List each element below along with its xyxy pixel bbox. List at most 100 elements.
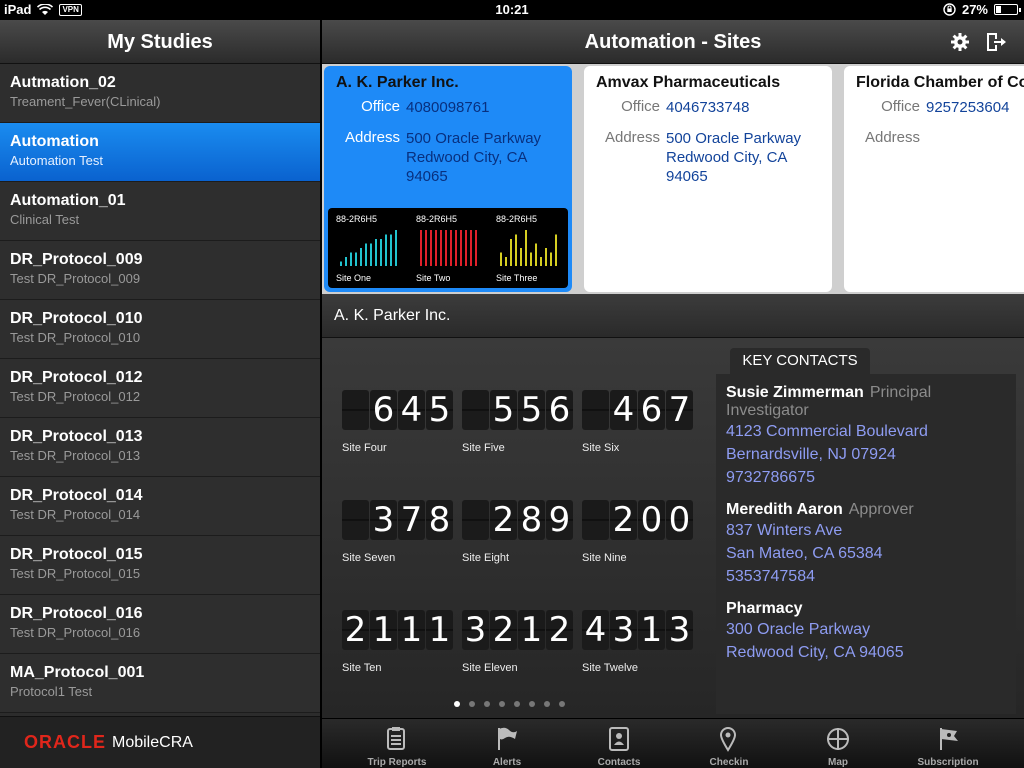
tab-contacts[interactable]: Contacts <box>564 719 674 768</box>
page-dot[interactable] <box>514 701 520 707</box>
address[interactable]: 500 Oracle Parkway Redwood City, CA 9406… <box>406 129 541 186</box>
mini-bar <box>355 252 357 266</box>
site-counter[interactable]: 2 1 1 1 Site Ten <box>342 610 454 674</box>
page-dot[interactable] <box>544 701 550 707</box>
study-item[interactable]: DR_Protocol_009 Test DR_Protocol_009 <box>0 241 320 300</box>
tab-checkin[interactable]: Checkin <box>674 719 784 768</box>
contact-name: Meredith Aaron <box>726 501 843 518</box>
site-counter[interactable]: 3 2 1 2 Site Eleven <box>462 610 574 674</box>
contact-name-row: Pharmacy <box>726 600 1006 618</box>
counter-digit <box>582 390 609 430</box>
site-card[interactable]: Amvax Pharmaceuticals Office 4046733748 A… <box>584 66 832 292</box>
mini-bar <box>370 243 372 266</box>
gear-icon[interactable] <box>948 30 972 54</box>
study-title: DR_Protocol_016 <box>10 605 143 622</box>
study-item[interactable]: Automation_01 Clinical Test <box>0 182 320 241</box>
office-phone[interactable]: 4046733748 <box>666 98 749 117</box>
study-subtitle: Test DR_Protocol_010 <box>10 330 141 345</box>
study-item[interactable]: DR_Protocol_010 Test DR_Protocol_010 <box>0 300 320 359</box>
site-counter[interactable]: 5 5 6 Site Five <box>462 390 574 454</box>
page-dot[interactable] <box>559 701 565 707</box>
logout-icon[interactable] <box>984 30 1008 54</box>
tab-map[interactable]: Map <box>783 719 893 768</box>
address[interactable]: 500 Oracle Parkway Redwood City, CA 9406… <box>666 129 801 186</box>
oracle-logo: ORACLE <box>24 732 106 752</box>
contact-detail[interactable]: 300 Oracle Parkway <box>726 618 1006 641</box>
tab-trip-reports[interactable]: Trip Reports <box>342 719 452 768</box>
page-dot[interactable] <box>499 701 505 707</box>
site-counter[interactable]: 4 3 1 3 Site Twelve <box>582 610 694 674</box>
site-counter[interactable]: 6 4 5 Site Four <box>342 390 454 454</box>
mini-bar <box>530 252 532 266</box>
site-card[interactable]: Florida Chamber of Com Office9257253604 … <box>844 66 1024 292</box>
counter-digits: 378 <box>342 500 454 540</box>
study-subtitle: Test DR_Protocol_014 <box>10 507 141 522</box>
mini-bar <box>520 248 522 266</box>
study-title: DR_Protocol_010 <box>10 310 143 327</box>
contact-detail[interactable]: 4123 Commercial Boulevard <box>726 420 1006 443</box>
site-counter[interactable]: 3 7 8 Site Seven <box>342 500 454 564</box>
contact-entry[interactable]: Pharmacy 300 Oracle Parkway Redwood City, … <box>726 600 1006 664</box>
mini-bar <box>445 230 447 266</box>
study-item[interactable]: MA_Protocol_001 Protocol1 Test <box>0 654 320 713</box>
counter-digit: 6 <box>546 390 573 430</box>
study-title: DR_Protocol_015 <box>10 546 143 563</box>
mini-bar <box>395 230 397 266</box>
study-item[interactable]: DR_Protocol_012 Test DR_Protocol_012 <box>0 359 320 418</box>
mini-bar <box>375 239 377 266</box>
study-item[interactable]: DR_Protocol_013 Test DR_Protocol_013 <box>0 418 320 477</box>
study-item[interactable]: DR_Protocol_016 Test DR_Protocol_016 <box>0 595 320 654</box>
study-item[interactable]: DR_Protocol_015 Test DR_Protocol_015 <box>0 536 320 595</box>
office-phone[interactable]: 4080098761 <box>406 98 489 117</box>
counter-digit <box>462 500 489 540</box>
contact-detail[interactable]: San Mateo, CA 65384 <box>726 542 1006 565</box>
contact-detail[interactable]: Bernardsville, NJ 07924 <box>726 443 1006 466</box>
address-book-icon <box>609 727 629 751</box>
study-item[interactable]: DR_Protocol_014 Test DR_Protocol_014 <box>0 477 320 536</box>
mini-bar <box>540 257 542 266</box>
contact-name-row: Meredith Aaron Approver <box>726 501 1006 519</box>
counter-digit: 5 <box>426 390 453 430</box>
study-subtitle: Test DR_Protocol_015 <box>10 566 141 581</box>
page-dot[interactable] <box>469 701 475 707</box>
key-contacts-tab[interactable]: KEY CONTACTS <box>730 348 870 374</box>
counter-label: Site Six <box>582 442 620 454</box>
counter-digit: 3 <box>462 610 489 650</box>
mini-bar <box>505 257 507 266</box>
page-dot[interactable] <box>529 701 535 707</box>
contact-detail[interactable]: 5353747584 <box>726 565 1006 588</box>
counter-digit: 1 <box>370 610 397 650</box>
contact-entry[interactable]: Susie Zimmerman Principal Investigator 412… <box>726 384 1006 489</box>
study-subtitle: Clinical Test <box>10 212 80 227</box>
contact-detail[interactable]: 837 Winters Ave <box>726 519 1006 542</box>
detail-pane: Automation - Sites A. K. Parker Inc. Off… <box>322 20 1024 768</box>
contact-detail[interactable]: Redwood City, CA 94065 <box>726 641 1006 664</box>
page-dot[interactable] <box>484 701 490 707</box>
study-item[interactable]: Automation Automation Test <box>0 123 320 182</box>
site-counter[interactable]: 2 8 9 Site Eight <box>462 500 574 564</box>
tab-alerts[interactable]: Alerts <box>452 719 562 768</box>
counter-digit: 3 <box>666 610 693 650</box>
tab-bar: Trip Reports Alerts Contacts Checkin Map Subs… <box>322 718 1024 768</box>
mini-bar <box>435 230 437 266</box>
site-counter[interactable]: 4 6 7 Site Six <box>582 390 694 454</box>
clipboard-icon <box>387 727 405 750</box>
key-contacts-panel: Susie Zimmerman Principal Investigator 412… <box>716 374 1016 714</box>
office-phone[interactable]: 9257253604 <box>926 98 1009 117</box>
contact-name-row: Susie Zimmerman Principal Investigator <box>726 384 1006 420</box>
contact-detail[interactable]: 9732786675 <box>726 466 1006 489</box>
subscription-flag-icon <box>940 728 958 750</box>
counter-digit: 1 <box>518 610 545 650</box>
tab-subscription[interactable]: Subscription <box>893 719 1003 768</box>
counter-digit: 4 <box>610 390 637 430</box>
site-card[interactable]: A. K. Parker Inc. Office 4080098761 Addre… <box>324 66 572 292</box>
site-counter[interactable]: 2 0 0 Site Nine <box>582 500 694 564</box>
contact-entry[interactable]: Meredith Aaron Approver 837 Winters Ave San… <box>726 501 1006 588</box>
study-item[interactable]: Autmation_02 Treament_Fever(CLinical) <box>0 64 320 123</box>
page-indicator[interactable] <box>454 701 565 707</box>
counter-digits: 556 <box>462 390 574 430</box>
mini-bar <box>380 239 382 266</box>
office-label: Office <box>621 98 660 115</box>
counter-digit: 7 <box>666 390 693 430</box>
page-dot[interactable] <box>454 701 460 707</box>
